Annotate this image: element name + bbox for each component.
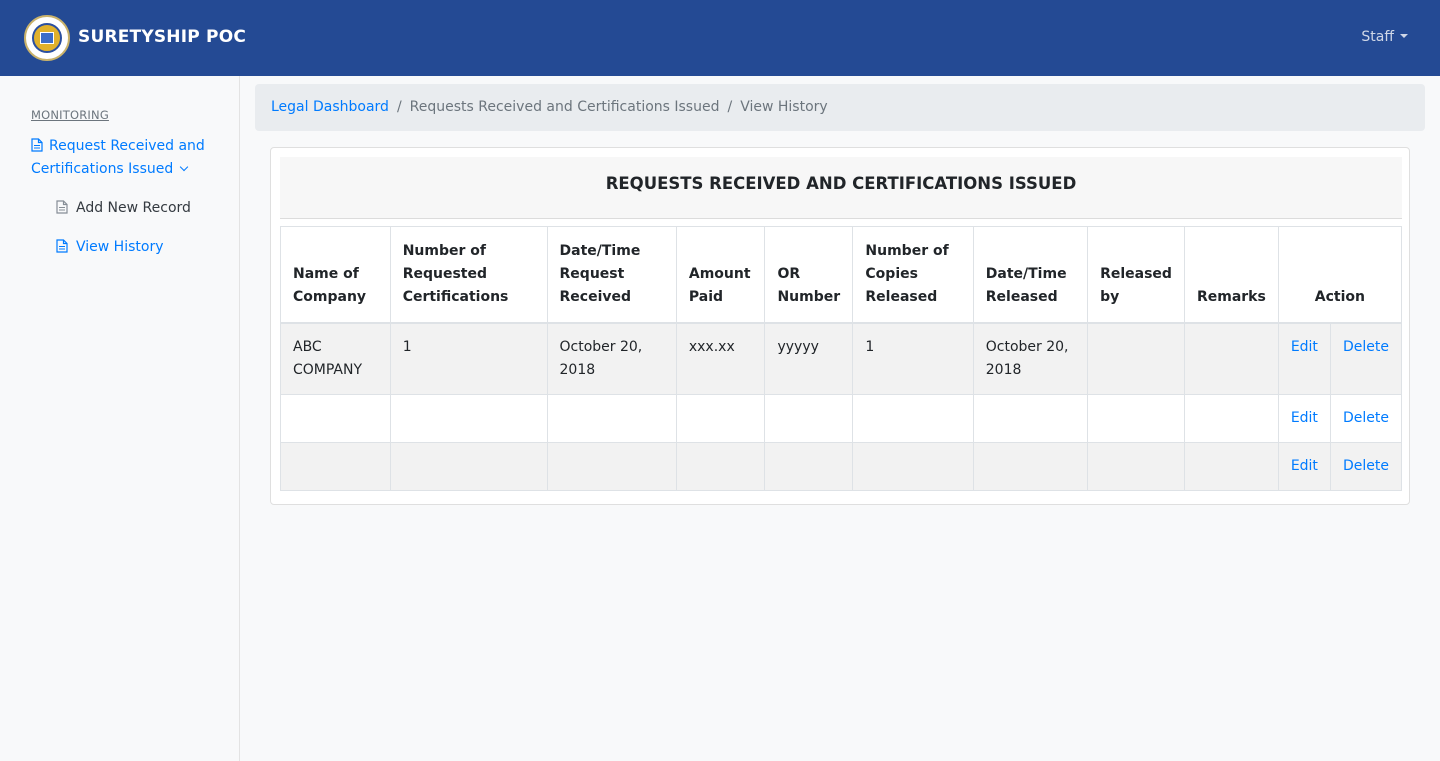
table-row: ABC COMPANY 1 October 20, 2018 xxx.xx yy… [280, 322, 1403, 395]
table-cell [280, 442, 391, 491]
seal-logo[interactable] [24, 15, 70, 61]
column-header: Released by [1087, 226, 1185, 324]
table-cell [1087, 394, 1185, 443]
breadcrumb-separator: / [727, 99, 733, 115]
table-cell [389, 442, 548, 491]
brand-title[interactable]: SURETYSHIP POC [78, 27, 246, 47]
table-cell: yyyyy [764, 322, 854, 395]
column-header: Date/Time Request Received [546, 226, 677, 324]
table-cell [764, 394, 854, 443]
sidebar-item-view-history[interactable]: View History [56, 237, 163, 257]
file-text-icon [56, 239, 68, 253]
delete-link[interactable]: Delete [1329, 322, 1403, 395]
breadcrumb-item-requests: Requests Received and Certifications Iss… [409, 99, 720, 115]
table-cell [852, 394, 974, 443]
column-header: Name of Company [280, 226, 391, 324]
table-cell [852, 442, 974, 491]
sidebar: MONITORING Request Received and Certific… [0, 76, 240, 761]
edit-link[interactable]: Edit [1277, 322, 1331, 395]
column-header: Action [1277, 226, 1403, 324]
table-cell [280, 394, 391, 443]
breadcrumb-link-legal-dashboard[interactable]: Legal Dashboard [271, 99, 389, 115]
table-cell: 1 [852, 322, 974, 395]
table-cell [546, 394, 677, 443]
breadcrumb-separator: / [396, 99, 402, 115]
table-cell [972, 442, 1089, 491]
table-cell: ABC COMPANY [280, 322, 391, 395]
breadcrumb-item-current: View History [740, 99, 828, 115]
sidebar-item-add-new-record[interactable]: Add New Record [56, 198, 191, 218]
table-cell [1183, 322, 1279, 395]
column-header: Number of Copies Released [852, 226, 974, 324]
table-cell [972, 394, 1089, 443]
history-table: Name of Company Number of Requested Cert… [280, 226, 1403, 491]
column-header: OR Number [764, 226, 854, 324]
sidebar-item-requests[interactable]: Request Received and Certifications Issu… [31, 135, 221, 181]
delete-link[interactable]: Delete [1329, 442, 1403, 491]
table-cell [1183, 394, 1279, 443]
table-cell [764, 442, 854, 491]
sidebar-item-label: Request Received and Certifications Issu… [31, 138, 205, 177]
table-cell [546, 442, 677, 491]
table-cell: xxx.xx [675, 322, 766, 395]
table-cell [1087, 322, 1185, 395]
chevron-down-icon [180, 162, 189, 172]
breadcrumb: Legal Dashboard / Requests Received and Ce… [255, 84, 1425, 131]
table-header-row: Name of Company Number of Requested Cert… [280, 226, 1403, 324]
table-cell [1183, 442, 1279, 491]
caret-down-icon [1400, 34, 1408, 38]
edit-link[interactable]: Edit [1277, 442, 1331, 491]
table-row: Edit Delete [280, 442, 1403, 491]
file-text-icon [56, 200, 68, 214]
table-cell: 1 [389, 322, 548, 395]
table-cell [1087, 442, 1185, 491]
table-cell [675, 394, 766, 443]
table-cell: October 20, 2018 [546, 322, 677, 395]
table-cell [675, 442, 766, 491]
file-text-icon [31, 138, 43, 152]
seal-logo-shield [40, 32, 54, 44]
user-menu-dropdown[interactable]: Staff [1361, 29, 1408, 45]
user-menu-label: Staff [1361, 29, 1394, 45]
column-header: Date/Time Released [972, 226, 1089, 324]
edit-link[interactable]: Edit [1277, 394, 1331, 443]
table-row: Edit Delete [280, 394, 1403, 443]
table-cell [389, 394, 548, 443]
sidebar-item-label: View History [76, 239, 164, 255]
sidebar-heading: MONITORING [31, 108, 109, 122]
table-cell: October 20, 2018 [972, 322, 1089, 395]
column-header: Amount Paid [675, 226, 766, 324]
column-header: Remarks [1183, 226, 1279, 324]
top-navbar: SURETYSHIP POC Staff [0, 0, 1440, 76]
sidebar-item-label: Add New Record [76, 200, 191, 216]
column-header: Number of Requested Certifications [389, 226, 548, 324]
card-title: REQUESTS RECEIVED AND CERTIFICATIONS ISS… [280, 157, 1402, 219]
history-card: REQUESTS RECEIVED AND CERTIFICATIONS ISS… [270, 147, 1410, 505]
delete-link[interactable]: Delete [1329, 394, 1403, 443]
seal-logo-emblem [32, 23, 62, 53]
